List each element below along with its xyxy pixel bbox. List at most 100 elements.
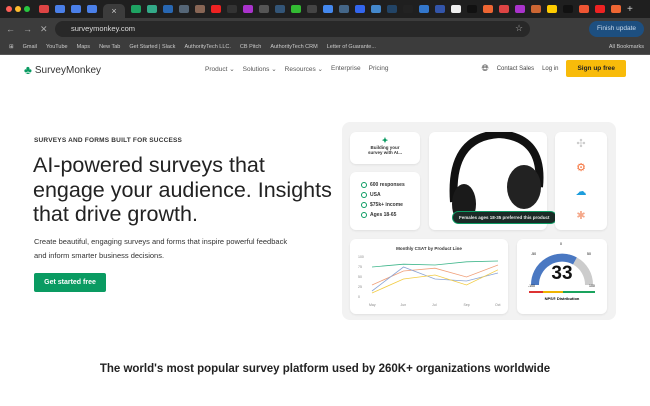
tab[interactable] — [483, 5, 493, 13]
tab[interactable] — [259, 5, 269, 13]
maximize-window-button[interactable] — [24, 6, 30, 12]
tab[interactable] — [131, 5, 141, 13]
stat-responses: 600 responses — [361, 182, 409, 188]
back-icon[interactable]: ← — [6, 24, 15, 34]
integrations-card: ✣ ⚙ ☁ ✱ — [555, 132, 607, 230]
tab[interactable] — [515, 5, 525, 13]
tab[interactable] — [227, 5, 237, 13]
tab[interactable] — [435, 5, 445, 13]
logo-icon: ♣ — [24, 63, 32, 77]
address-bar-row: ← → ✕ surveymonkey.com ☆ Finish update — [0, 18, 650, 40]
dashboard-illustration: ✦ Building your survey with AI... 600 re… — [342, 122, 616, 320]
nps-bar-yellow — [543, 291, 563, 293]
hubspot-icon: ⚙ — [576, 162, 586, 174]
tab[interactable] — [611, 5, 621, 13]
all-bookmarks[interactable]: All Bookmarks — [609, 44, 644, 50]
sparkle-icon: ✦ — [381, 136, 389, 145]
tab[interactable] — [71, 5, 81, 13]
logo[interactable]: ♣ SurveyMonkey — [24, 63, 101, 77]
salesforce-icon: ☁ — [575, 186, 587, 198]
bookmark[interactable]: AuthorityTech LLC. — [184, 44, 230, 50]
zapier-icon: ✱ — [576, 210, 586, 222]
stats-card: 600 responses USA $75k+ income Ages 18-6… — [350, 172, 420, 230]
tab[interactable] — [563, 5, 573, 13]
nps-tick: 0 — [560, 242, 562, 246]
nav-enterprise[interactable]: Enterprise — [331, 65, 361, 73]
stat-income: $75k+ income — [361, 202, 409, 208]
tab[interactable] — [323, 5, 333, 13]
bottom-heading: The world's most popular survey platform… — [99, 363, 551, 375]
insight-pill: Females ages 18-35 preferred this produc… — [452, 211, 557, 224]
tab-active[interactable]: × — [103, 4, 125, 18]
tab[interactable] — [403, 5, 413, 13]
tab[interactable] — [163, 5, 173, 13]
bookmark[interactable]: YouTube — [46, 44, 68, 50]
get-started-button[interactable]: Get started free — [34, 273, 106, 292]
tab[interactable] — [39, 5, 49, 13]
ai-card: ✦ Building your survey with AI... — [350, 132, 420, 164]
hero-eyebrow: SURVEYS AND FORMS BUILT FOR SUCCESS — [34, 137, 183, 144]
globe-icon[interactable]: 🌐︎ — [482, 63, 489, 74]
x-tick-label: Oct — [495, 303, 500, 307]
nav-solutions[interactable]: Solutions ⌄ — [243, 65, 277, 73]
tab[interactable] — [55, 5, 65, 13]
tab[interactable] — [275, 5, 285, 13]
contact-sales-link[interactable]: Contact Sales — [497, 66, 534, 72]
tab[interactable] — [87, 5, 97, 13]
ai-card-text: Building your survey with AI... — [367, 145, 403, 155]
tab[interactable] — [387, 5, 397, 13]
hero-subtitle: Create beautiful, engaging surveys and f… — [34, 237, 288, 260]
stop-loading-icon[interactable]: ✕ — [40, 24, 48, 35]
stat-ages: Ages 18-65 — [361, 212, 409, 218]
bookmark[interactable]: AuthorityTech CRM — [270, 44, 317, 50]
close-window-button[interactable] — [6, 6, 12, 12]
nav-resources[interactable]: Resources ⌄ — [285, 65, 323, 73]
login-link[interactable]: Log in — [542, 66, 558, 72]
nav-pricing[interactable]: Pricing — [369, 65, 389, 73]
tableau-icon: ✣ — [576, 138, 586, 150]
csat-chart: 100 75 50 25 0 May Jun Jul Sep Oct — [358, 255, 500, 307]
y-tick-label: 100 — [358, 255, 364, 259]
bookmark[interactable]: Get Started | Slack — [129, 44, 175, 50]
signup-button[interactable]: Sign up free — [566, 60, 626, 77]
tab[interactable] — [195, 5, 205, 13]
y-tick-label: 0 — [358, 295, 360, 299]
nps-tick: -100 — [528, 284, 536, 288]
site-nav: ♣ SurveyMonkey Product ⌄ Solutions ⌄ Reso… — [0, 55, 650, 83]
minimize-window-button[interactable] — [15, 6, 21, 12]
tab[interactable] — [307, 5, 317, 13]
finish-update-button[interactable]: Finish update — [588, 21, 644, 37]
tab[interactable] — [547, 5, 557, 13]
tab[interactable] — [579, 5, 589, 13]
tab[interactable] — [595, 5, 605, 13]
csat-title: Monthly CSAT by Product Line — [396, 246, 462, 251]
tab[interactable] — [451, 5, 461, 13]
nps-label: NPS® Distribution — [544, 296, 580, 301]
nps-value: 33 — [551, 263, 573, 284]
nps-tick: -50 — [531, 252, 537, 256]
url-input[interactable]: surveymonkey.com — [55, 21, 530, 37]
tab[interactable] — [499, 5, 509, 13]
hero-title: AI-powered surveys that engage your audi… — [33, 153, 332, 226]
bookmark-star-icon[interactable]: ☆ — [515, 23, 523, 34]
tab[interactable] — [179, 5, 189, 13]
tab[interactable] — [531, 5, 541, 13]
tab[interactable] — [371, 5, 381, 13]
bookmark[interactable]: Maps — [77, 44, 90, 50]
tab[interactable] — [243, 5, 253, 13]
tab[interactable] — [211, 5, 221, 13]
new-tab-icon[interactable]: + — [627, 4, 633, 15]
bookmark[interactable]: CB Pitch — [240, 44, 261, 50]
bookmark[interactable]: New Tab — [99, 44, 120, 50]
apps-icon[interactable]: ⊞ — [9, 44, 14, 50]
tab[interactable] — [291, 5, 301, 13]
nav-product[interactable]: Product ⌄ — [205, 65, 235, 73]
tab[interactable] — [467, 5, 477, 13]
tab[interactable] — [419, 5, 429, 13]
tab[interactable] — [355, 5, 365, 13]
tab[interactable] — [147, 5, 157, 13]
bookmark[interactable]: Letter of Guarante... — [327, 44, 376, 50]
forward-icon[interactable]: → — [23, 24, 32, 34]
bookmark[interactable]: Gmail — [23, 44, 37, 50]
tab[interactable] — [339, 5, 349, 13]
